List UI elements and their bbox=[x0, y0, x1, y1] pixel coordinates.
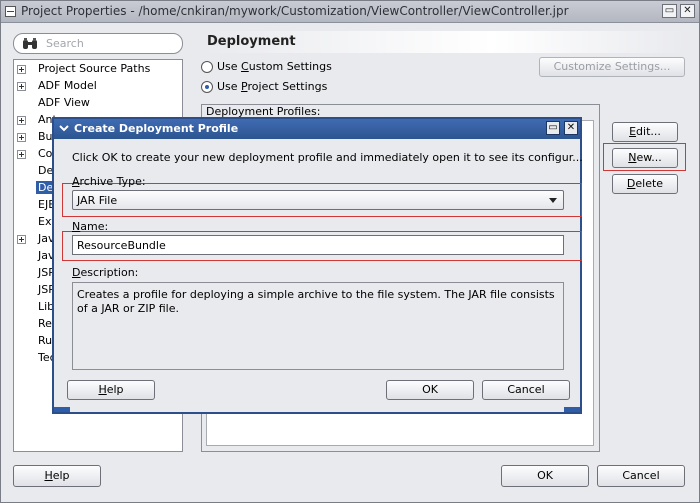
expand-icon[interactable] bbox=[17, 133, 26, 142]
dialog-close-button[interactable]: ✕ bbox=[564, 121, 578, 135]
name-input[interactable]: ResourceBundle bbox=[72, 235, 564, 255]
tree-item-label: Ru bbox=[38, 334, 53, 347]
tree-item-project-source-paths[interactable]: Project Source Paths bbox=[14, 61, 182, 78]
chevron-down-icon[interactable] bbox=[58, 122, 70, 134]
tree-item-label: ADF Model bbox=[38, 79, 97, 92]
window-app-icon bbox=[5, 6, 16, 17]
expand-icon[interactable] bbox=[17, 150, 26, 159]
expand-icon[interactable] bbox=[17, 65, 26, 74]
dialog-ok-button[interactable]: OK bbox=[386, 380, 474, 400]
search-field[interactable]: Search bbox=[13, 33, 183, 54]
window-title: Project Properties - /home/cnkiran/mywor… bbox=[21, 4, 569, 18]
expand-icon[interactable] bbox=[17, 116, 26, 125]
create-deployment-profile-dialog: Create Deployment Profile ▭ ✕ Click OK t… bbox=[52, 117, 583, 414]
expand-icon[interactable] bbox=[17, 235, 26, 244]
resize-handle-left[interactable] bbox=[54, 407, 70, 412]
help-button[interactable]: Help bbox=[13, 465, 101, 487]
archive-type-select[interactable]: JAR File bbox=[72, 190, 564, 210]
customize-settings-button[interactable]: Customize Settings... bbox=[539, 57, 685, 77]
use-custom-settings-label[interactable]: Use Custom Settings bbox=[217, 60, 332, 73]
expand-icon[interactable] bbox=[17, 82, 26, 91]
tree-item-adf-model[interactable]: ADF Model bbox=[14, 78, 182, 95]
use-project-settings-radio[interactable] bbox=[201, 81, 213, 93]
dialog-help-button[interactable]: Help bbox=[67, 380, 155, 400]
window-titlebar[interactable]: Project Properties - /home/cnkiran/mywor… bbox=[1, 1, 699, 23]
dialog-restore-button[interactable]: ▭ bbox=[546, 121, 560, 135]
tree-item-adf-view[interactable]: ADF View bbox=[14, 95, 182, 112]
dialog-title: Create Deployment Profile bbox=[74, 122, 239, 135]
cancel-button[interactable]: Cancel bbox=[597, 465, 685, 487]
tree-item-label: ADF View bbox=[38, 96, 90, 109]
use-custom-settings-radio[interactable] bbox=[201, 61, 213, 73]
new-profile-button[interactable]: New... bbox=[612, 148, 678, 168]
close-window-button[interactable]: ✕ bbox=[680, 4, 695, 18]
use-project-settings-label[interactable]: Use Project Settings bbox=[217, 80, 327, 93]
edit-profile-button[interactable]: Edit... bbox=[612, 122, 678, 142]
tree-item-label: Project Source Paths bbox=[38, 62, 151, 75]
archive-type-label: Archive Type: bbox=[72, 175, 146, 188]
restore-window-button[interactable]: ▭ bbox=[662, 4, 677, 18]
tree-item-label: De bbox=[38, 164, 54, 177]
description-label: Description: bbox=[72, 266, 139, 279]
dropdown-arrow-icon[interactable] bbox=[549, 198, 557, 203]
project-properties-window: Project Properties - /home/cnkiran/mywor… bbox=[0, 0, 700, 503]
description-textarea: Creates a profile for deploying a simple… bbox=[72, 282, 564, 370]
page-title: Deployment bbox=[201, 31, 687, 53]
binoculars-icon bbox=[23, 38, 37, 49]
resize-handle-right[interactable] bbox=[564, 407, 580, 412]
name-label: Name: bbox=[72, 220, 109, 233]
ok-button[interactable]: OK bbox=[501, 465, 589, 487]
dialog-instructions: Click OK to create your new deployment p… bbox=[72, 151, 583, 164]
tree-item-label: Co bbox=[38, 147, 53, 160]
dialog-cancel-button[interactable]: Cancel bbox=[482, 380, 570, 400]
delete-profile-button[interactable]: Delete bbox=[612, 174, 678, 194]
archive-type-value: JAR File bbox=[77, 194, 118, 207]
dialog-titlebar[interactable]: Create Deployment Profile ▭ ✕ bbox=[54, 119, 580, 139]
search-input[interactable]: Search bbox=[46, 37, 84, 50]
